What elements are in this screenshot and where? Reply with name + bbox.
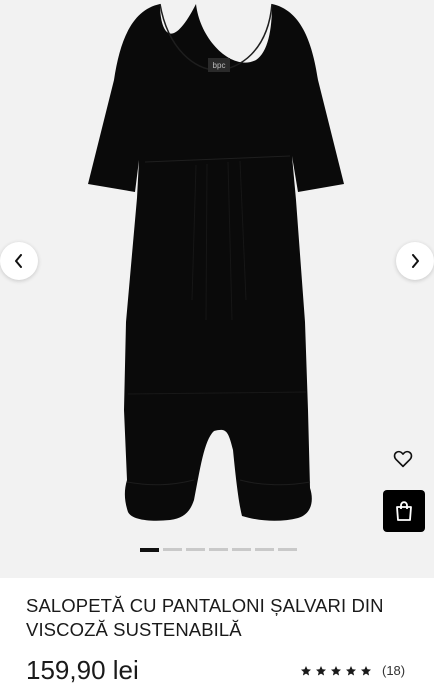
next-image-button[interactable] — [396, 242, 434, 280]
brand-logo-text: bpc — [213, 61, 226, 70]
gallery-dot-3[interactable] — [186, 548, 205, 551]
chevron-left-icon — [15, 254, 22, 268]
chevron-right-icon — [412, 254, 419, 268]
previous-image-button[interactable] — [0, 242, 38, 280]
product-image[interactable]: bpc — [0, 0, 434, 578]
gallery-pagination — [140, 547, 297, 552]
product-price: 159,90 lei — [26, 655, 139, 685]
gallery-dot-7[interactable] — [278, 548, 297, 551]
star-filled-icon — [346, 665, 356, 675]
shopping-bag-icon — [396, 501, 412, 521]
rating-stars — [300, 665, 372, 677]
gallery-dot-5[interactable] — [232, 548, 251, 551]
gallery-dot-4[interactable] — [209, 548, 228, 551]
wishlist-button[interactable] — [386, 442, 420, 476]
gallery-dot-2[interactable] — [163, 548, 182, 551]
star-filled-icon — [301, 665, 311, 675]
gallery-dot-6[interactable] — [255, 548, 274, 551]
star-filled-icon — [316, 665, 326, 675]
add-to-cart-button[interactable] — [383, 490, 425, 532]
garment-shape — [88, 4, 344, 521]
product-rating[interactable]: (18) — [300, 663, 405, 678]
brand-logo: bpc — [208, 58, 230, 72]
heart-outline-icon — [393, 450, 413, 468]
product-title: SALOPETĂ CU PANTALONI ȘALVARI DIN VISCOZ… — [26, 595, 384, 640]
gallery-dot-1[interactable] — [140, 547, 159, 552]
star-filled-icon — [361, 665, 371, 675]
product-image-gallery[interactable]: bpc — [0, 0, 434, 578]
review-count: (18) — [382, 663, 406, 678]
star-filled-icon — [331, 665, 341, 675]
